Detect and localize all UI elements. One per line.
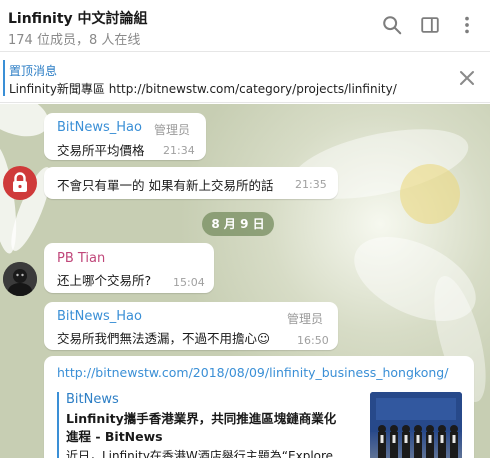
- admin-badge: 管理员: [287, 312, 324, 326]
- preview-site-name: BitNews: [66, 392, 119, 407]
- search-icon[interactable]: [381, 14, 403, 36]
- date-separator: 8 月 9 日: [202, 212, 274, 236]
- sender-name[interactable]: BitNews_Hao: [57, 309, 142, 324]
- message-text: 交易所我們無法透漏，不過不用擔心☺: [57, 331, 271, 346]
- admin-badge: 管理员: [154, 123, 191, 137]
- close-icon[interactable]: [458, 69, 476, 87]
- message-time: 21:34: [163, 144, 195, 157]
- message-time: 15:04: [173, 276, 205, 289]
- pinned-message[interactable]: 置顶消息 Linfinity新聞專區 http://bitnewstw.com/…: [0, 53, 490, 103]
- pinned-title: 置顶消息: [9, 64, 58, 78]
- message-time: 21:35: [295, 178, 327, 191]
- sidebar-toggle-icon[interactable]: [419, 14, 441, 36]
- message-text: 不會只有單一的 如果有新上交易所的話: [57, 178, 274, 193]
- preview-description: 近日，Linfinity在香港W酒店舉行主題為“Explore: [66, 449, 334, 458]
- message-bubble[interactable]: 不會只有單一的 如果有新上交易所的話 21:35: [44, 167, 338, 199]
- message-text: 还上哪个交易所?: [57, 273, 152, 288]
- user-photo-icon: [3, 262, 37, 296]
- link-message[interactable]: http://bitnewstw.com/2018/08/09/linfinit…: [44, 356, 474, 458]
- group-photo-icon: [370, 392, 462, 458]
- pinned-text: Linfinity新聞專區 http://bitnewstw.com/categ…: [9, 82, 397, 96]
- more-vertical-icon[interactable]: [456, 14, 478, 36]
- message-time: 16:50: [297, 334, 329, 347]
- avatar[interactable]: [3, 166, 37, 200]
- chat-area[interactable]: BitNews_Hao 管理员 交易所平均價格 21:34 不會只有單一的 如果…: [0, 104, 490, 458]
- message-bubble[interactable]: BitNews_Hao 管理员 交易所平均價格 21:34: [44, 113, 206, 160]
- pinned-accent-bar: [3, 60, 5, 96]
- lock-icon: [13, 172, 27, 192]
- message-link[interactable]: http://bitnewstw.com/2018/08/09/linfinit…: [57, 365, 448, 380]
- preview-accent-bar: [57, 392, 59, 458]
- sender-name[interactable]: BitNews_Hao: [57, 120, 142, 135]
- preview-thumbnail[interactable]: [370, 392, 462, 458]
- message-bubble[interactable]: BitNews_Hao 管理员 交易所我們無法透漏，不過不用擔心☺ 16:50: [44, 302, 338, 350]
- background-flower: [400, 164, 460, 224]
- member-count: 174 位成员，8 人在线: [8, 33, 141, 48]
- preview-title[interactable]: Linfinity攜手香港業界，共同推進區塊鏈商業化進程 - BitNews: [66, 410, 346, 446]
- sender-name[interactable]: PB Tian: [57, 251, 105, 266]
- message-bubble[interactable]: PB Tian 还上哪个交易所? 15:04: [44, 243, 214, 293]
- message-text: 交易所平均價格: [57, 143, 145, 158]
- chat-title[interactable]: Linfinity 中文討論組: [8, 8, 148, 28]
- avatar[interactable]: [3, 262, 37, 296]
- chat-header: Linfinity 中文討論組 174 位成员，8 人在线: [0, 0, 490, 52]
